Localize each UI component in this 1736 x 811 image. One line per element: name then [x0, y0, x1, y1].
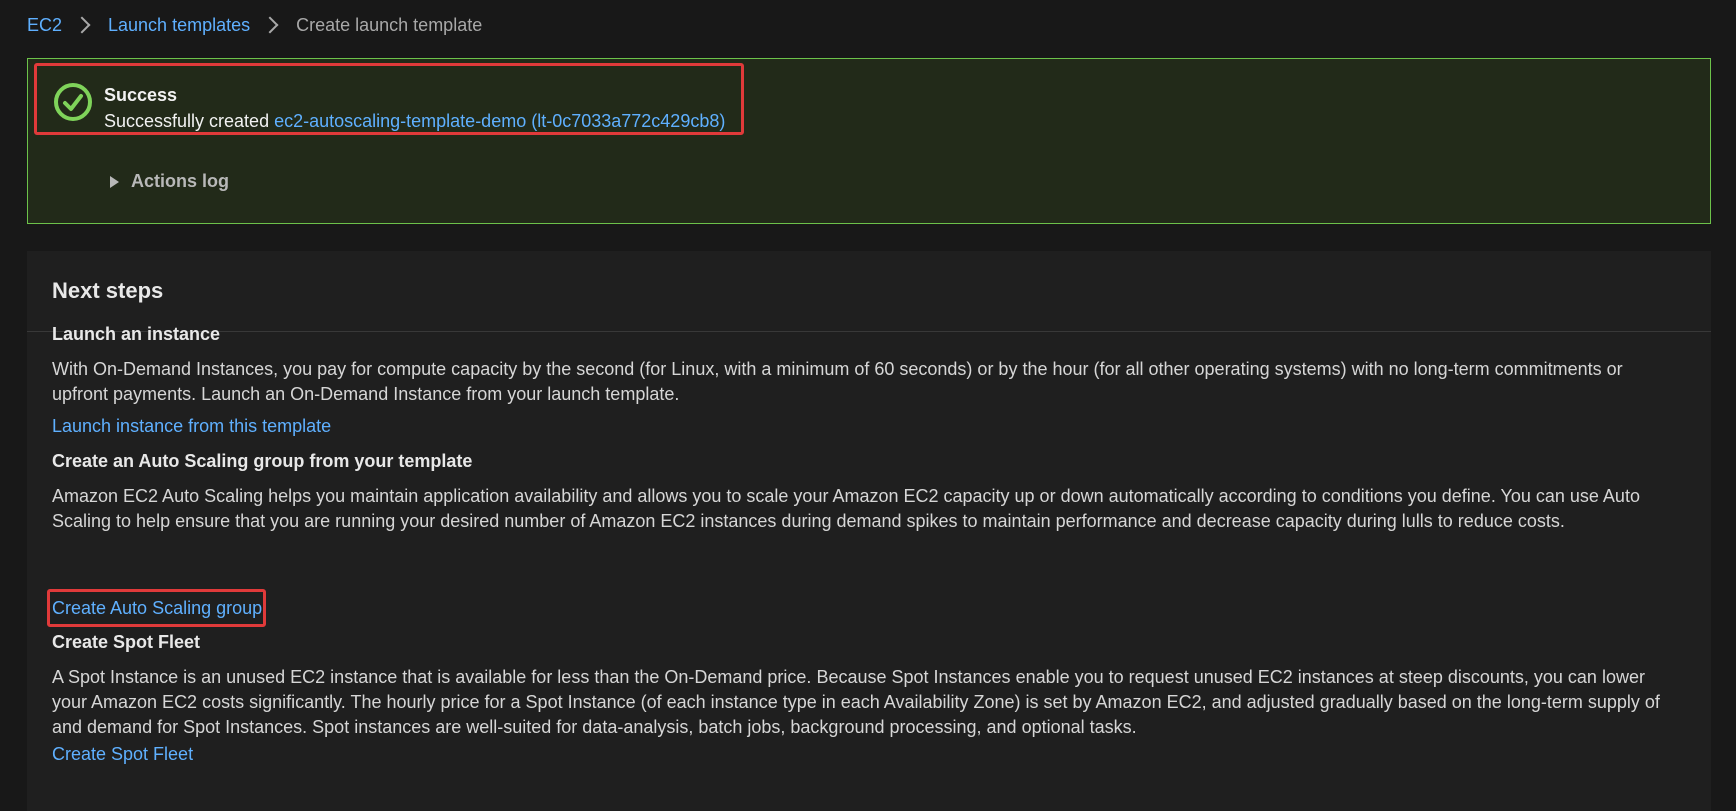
auto-scaling-title: Create an Auto Scaling group from your t…	[52, 451, 473, 471]
chevron-right-icon	[261, 16, 279, 34]
flash-title: Success	[104, 85, 178, 105]
launch-template-link[interactable]: ec2-autoscaling-template-demo (lt-0c7033…	[274, 111, 725, 131]
actions-log-toggle[interactable]: Actions log	[110, 171, 229, 192]
launch-instance-link[interactable]: Launch instance from this template	[52, 416, 331, 437]
next-steps-panel: Next steps Launch an instance With On-De…	[27, 251, 1711, 811]
breadcrumb-ec2-link[interactable]: EC2	[27, 15, 62, 36]
breadcrumb-current: Create launch template	[296, 14, 483, 35]
launch-instance-description: With On-Demand Instances, you pay for co…	[52, 359, 1623, 404]
launch-instance-title: Launch an instance	[52, 324, 221, 344]
chevron-right-icon	[73, 16, 91, 34]
success-flash-banner: Success Successfully created ec2-autosca…	[27, 58, 1711, 224]
next-steps-title: Next steps	[52, 278, 164, 303]
breadcrumb-launch-templates-link[interactable]: Launch templates	[108, 15, 250, 36]
create-spot-fleet-link[interactable]: Create Spot Fleet	[52, 744, 193, 765]
actions-log-label: Actions log	[131, 171, 229, 191]
next-steps-header: Next steps	[27, 251, 1711, 332]
auto-scaling-description: Amazon EC2 Auto Scaling helps you mainta…	[52, 486, 1640, 531]
flash-message-text: Successfully created	[104, 111, 275, 131]
spot-fleet-title: Create Spot Fleet	[52, 632, 201, 652]
breadcrumb: EC2 Launch templates Create launch templ…	[27, 12, 482, 38]
create-auto-scaling-group-link[interactable]: Create Auto Scaling group	[52, 598, 262, 619]
check-circle-icon	[54, 83, 92, 121]
caret-right-icon	[110, 175, 119, 188]
flash-message: Successfully created ec2-autoscaling-tem…	[104, 111, 725, 132]
spot-fleet-description: A Spot Instance is an unused EC2 instanc…	[52, 667, 1660, 737]
